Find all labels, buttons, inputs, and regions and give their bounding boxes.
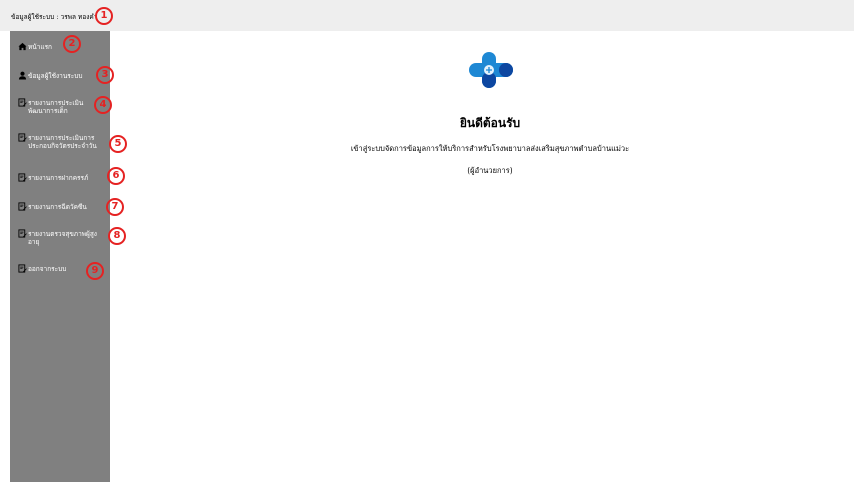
- report-icon: [18, 202, 27, 211]
- annotation-badge: 2: [63, 35, 81, 53]
- sidebar-item-label: รายงานตรวจสุขภาพผู้สูงอายุ: [28, 230, 97, 246]
- sidebar-item-label: ออกจากระบบ: [28, 265, 67, 273]
- sidebar-item-elderly-checkup[interactable]: รายงานตรวจสุขภาพผู้สูงอายุ: [18, 229, 106, 246]
- welcome-heading: ยินดีต้อนรับ: [459, 116, 521, 130]
- sidebar-item-user-info[interactable]: ข้อมูลผู้ใช้งานระบบ: [18, 71, 106, 80]
- home-icon: [18, 42, 27, 51]
- annotation-badge: 6: [107, 167, 125, 185]
- sidebar-item-label: หน้าแรก: [28, 43, 52, 51]
- sidebar-item-daily-activities[interactable]: รายงานการประเมินการประกอบกิจวัตรประจำวัน: [18, 133, 106, 150]
- sidebar-item-vaccination[interactable]: รายงานการฉีดวัคซีน: [18, 202, 106, 211]
- system-description: เข้าสู่ระบบจัดการข้อมูลการให้บริการสำหรั…: [350, 144, 630, 153]
- hospital-cross-logo: [469, 52, 513, 88]
- annotation-badge: 5: [109, 135, 127, 153]
- sidebar-item-label: รายงานการประเมินการประกอบกิจวัตรประจำวัน: [28, 134, 97, 150]
- annotation-badge: 7: [106, 198, 124, 216]
- user-role: (ผู้อำนวยการ): [467, 166, 513, 175]
- sidebar-item-antenatal[interactable]: รายงานการฝากครรภ์: [18, 173, 106, 182]
- user-icon: [18, 71, 27, 80]
- annotation-badge: 9: [86, 262, 104, 280]
- sidebar-item-label: รายงานการฝากครรภ์: [28, 174, 89, 182]
- report-icon: [18, 264, 27, 273]
- sidebar-item-label: ข้อมูลผู้ใช้งานระบบ: [28, 72, 83, 80]
- report-icon: [18, 133, 27, 142]
- annotation-badge: 3: [96, 66, 114, 84]
- user-info: ข้อมูลผู้ใช้ระบบ : วรพล ทองคำ: [11, 13, 98, 21]
- annotation-badge: 1: [95, 7, 113, 25]
- sidebar-item-child-development[interactable]: รายงานการประเมินพัฒนาการเด็ก: [18, 98, 106, 115]
- report-icon: [18, 98, 27, 107]
- annotation-badge: 4: [94, 96, 112, 114]
- report-icon: [18, 229, 27, 238]
- sidebar-item-label: รายงานการประเมินพัฒนาการเด็ก: [28, 99, 84, 115]
- annotation-badge: 8: [108, 227, 126, 245]
- report-icon: [18, 173, 27, 182]
- top-bar: ข้อมูลผู้ใช้ระบบ : วรพล ทองคำ: [0, 0, 854, 31]
- sidebar-item-home[interactable]: หน้าแรก: [18, 42, 106, 51]
- sidebar-item-label: รายงานการฉีดวัคซีน: [28, 203, 87, 211]
